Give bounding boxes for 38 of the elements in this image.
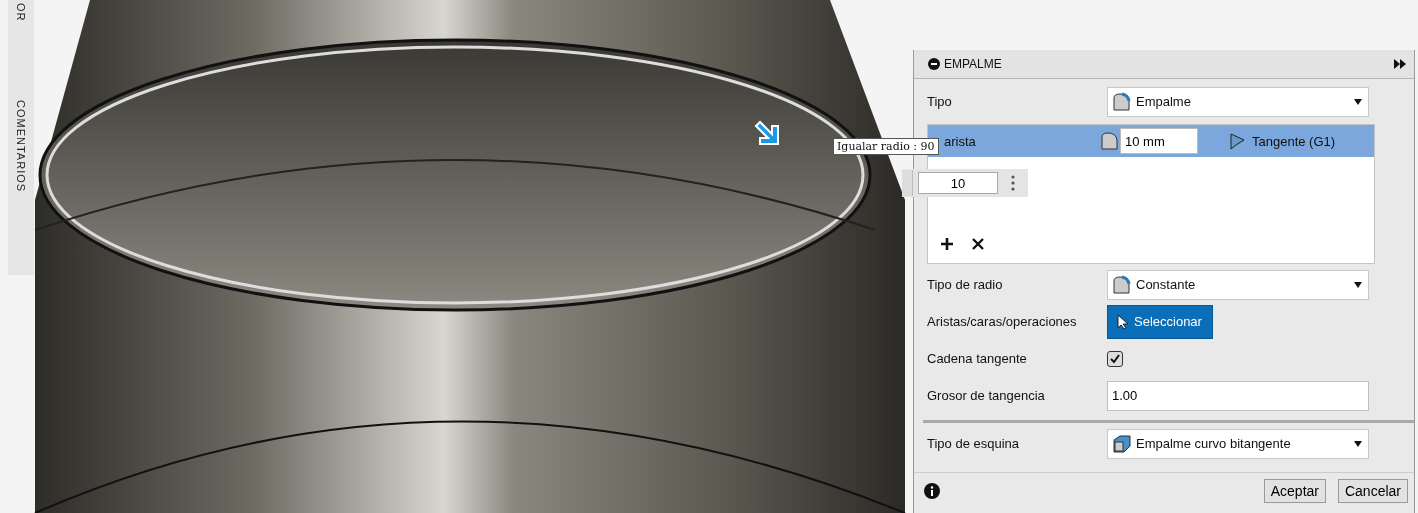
sidebar-tab[interactable]: COMENTARIOS — [15, 99, 27, 192]
dialog-button[interactable]: Aceptar — [1263, 479, 1326, 503]
fillet-icon — [1112, 91, 1132, 112]
fillet-icon — [1100, 130, 1120, 152]
fillet-icon — [1112, 274, 1132, 295]
drag-handle[interactable] — [902, 170, 913, 196]
radius-input[interactable]: 10 — [918, 172, 998, 194]
sidebar-tab[interactable]: OR — [15, 3, 27, 22]
radius-input[interactable]: 10 mm — [1120, 128, 1198, 154]
caret-icon — [1354, 98, 1362, 105]
field-label: Grosor de tangencia — [927, 388, 1046, 403]
select-button[interactable]: Seleccionar — [1107, 304, 1213, 339]
caret-icon — [1354, 440, 1362, 447]
field-label: Tipo de radio — [927, 277, 1004, 292]
text-input[interactable]: 1.00 — [1107, 380, 1369, 411]
add-icon[interactable] — [940, 237, 954, 251]
field-label: Aristas/caras/operaciones — [927, 314, 1078, 329]
tooltip: Igualar radio : 90 — [833, 138, 939, 155]
more-icon[interactable] — [1011, 175, 1015, 191]
continuity-dropdown[interactable]: Tangente (G1) — [1228, 131, 1336, 151]
dialog-title: EMPALME — [944, 57, 1003, 71]
expand-icon[interactable] — [1394, 59, 1406, 69]
pointer-icon — [1116, 313, 1130, 330]
field-label: Cadena tangente — [927, 351, 1028, 366]
corner-type-dropdown[interactable]: Empalme curvo bitangente — [1107, 428, 1369, 459]
dialog-button[interactable]: Cancelar — [1337, 479, 1408, 503]
collapse-icon[interactable] — [928, 58, 940, 70]
remove-icon[interactable] — [972, 238, 984, 250]
field-label: Tipo de esquina — [927, 436, 1021, 451]
cube-icon — [1112, 433, 1132, 454]
type-dropdown[interactable]: Empalme — [1107, 86, 1369, 117]
edge-name: arista — [944, 133, 977, 149]
arrow-icon — [752, 118, 782, 148]
info-icon[interactable] — [924, 483, 940, 499]
field-label: Tipo — [927, 94, 953, 109]
checkbox[interactable] — [1107, 350, 1123, 367]
radius-type-dropdown[interactable]: Constante — [1107, 269, 1369, 300]
caret-icon — [1354, 281, 1362, 288]
